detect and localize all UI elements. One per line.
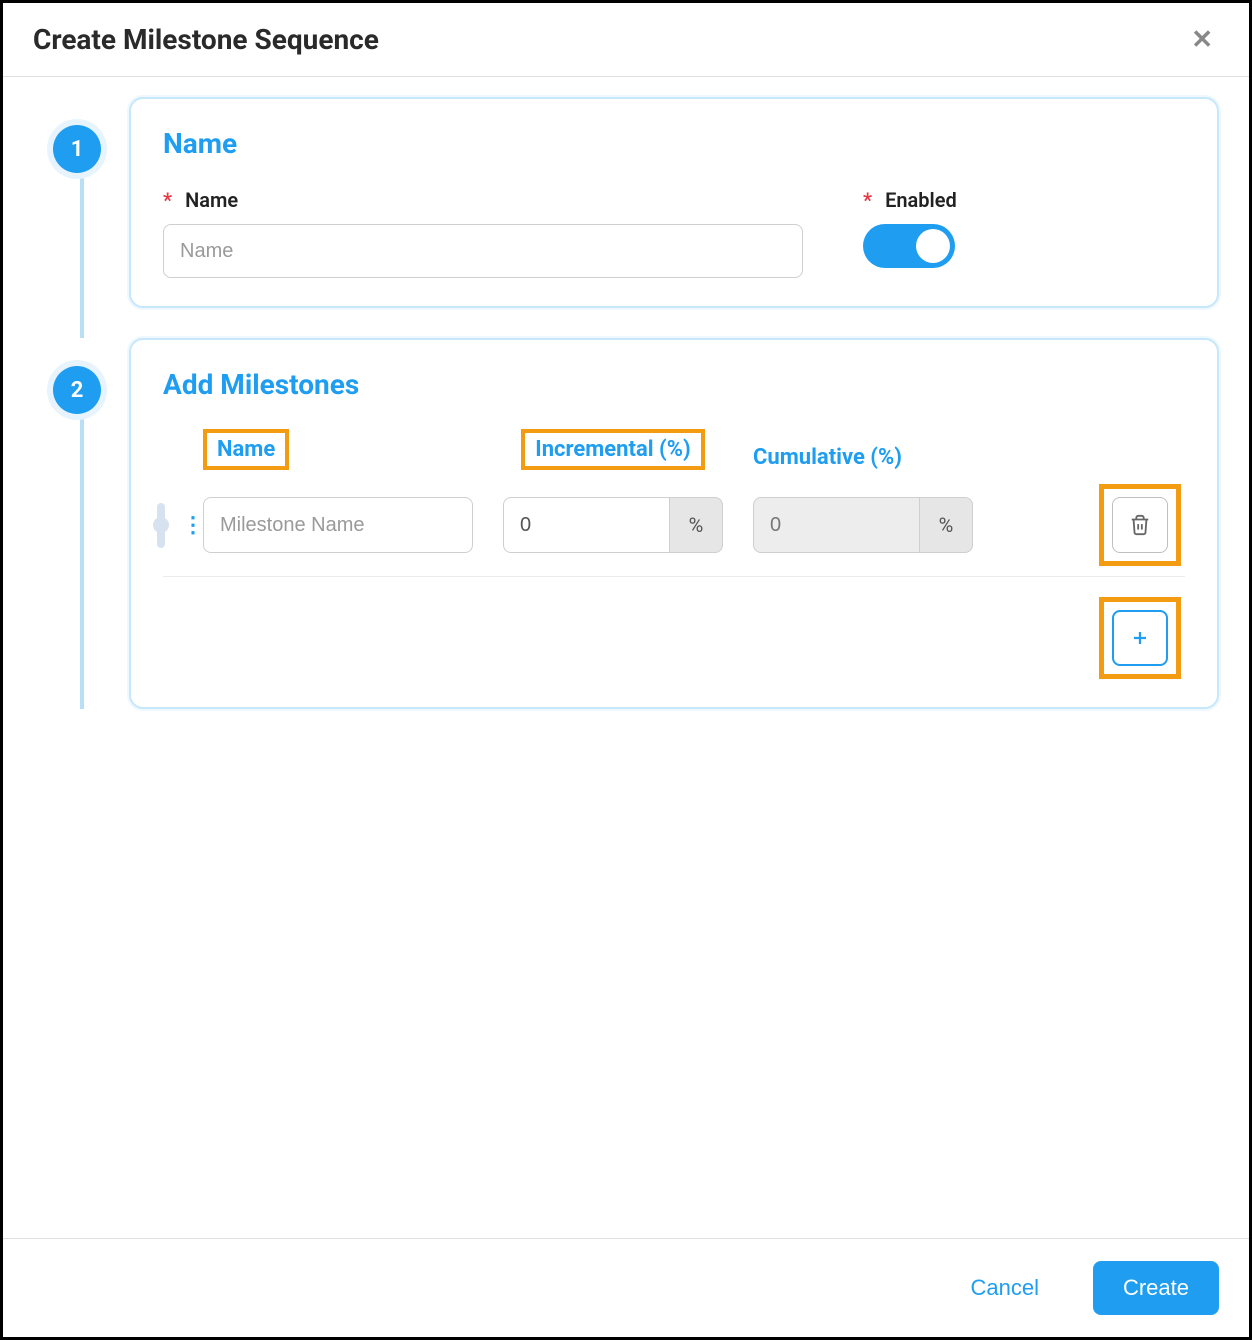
incremental-input-group: % — [503, 497, 723, 553]
create-milestone-modal: Create Milestone Sequence ✕ 1 Name * Nam… — [0, 0, 1252, 1340]
modal-body: 1 Name * Name * — [3, 77, 1249, 1238]
step-2-title: Add Milestones — [163, 368, 1185, 401]
close-icon[interactable]: ✕ — [1185, 25, 1219, 55]
name-input[interactable] — [163, 224, 803, 278]
enabled-toggle[interactable] — [863, 224, 955, 268]
incremental-input[interactable] — [503, 497, 669, 553]
drag-handle-icon[interactable]: ⋮ — [182, 513, 202, 538]
name-label: * Name — [163, 188, 803, 212]
cumulative-input-group: % — [753, 497, 973, 553]
percent-addon: % — [919, 497, 973, 553]
trash-icon — [1129, 514, 1151, 536]
enabled-label-text: Enabled — [885, 188, 957, 212]
plus-icon — [1131, 629, 1149, 647]
step-1-title: Name — [163, 127, 1185, 160]
col-name-label: Name — [217, 437, 275, 462]
add-milestone-button[interactable] — [1112, 610, 1168, 666]
highlight-box: Incremental (%) — [521, 429, 704, 470]
step-1-card: Name * Name * Enabled — [129, 97, 1219, 308]
row-timeline-dot — [153, 517, 169, 533]
step-1-badge: 1 — [53, 125, 101, 173]
cumulative-input — [753, 497, 919, 553]
highlight-box — [1099, 484, 1181, 566]
step-connector — [80, 393, 84, 709]
step-2-badge: 2 — [53, 366, 101, 414]
toggle-knob — [916, 229, 950, 263]
col-incremental-label: Incremental (%) — [535, 437, 690, 462]
cancel-button[interactable]: Cancel — [940, 1261, 1068, 1315]
step-connector — [80, 152, 84, 338]
modal-title: Create Milestone Sequence — [33, 23, 379, 56]
required-marker: * — [863, 188, 872, 212]
col-cumulative-label: Cumulative (%) — [753, 445, 902, 470]
modal-header: Create Milestone Sequence ✕ — [3, 3, 1249, 77]
enabled-label: * Enabled — [863, 188, 957, 212]
required-marker: * — [163, 188, 172, 212]
highlight-box: Name — [203, 429, 289, 470]
delete-milestone-button[interactable] — [1112, 497, 1168, 553]
name-label-text: Name — [185, 188, 238, 212]
enabled-field-group: * Enabled — [863, 188, 957, 268]
milestone-name-input[interactable] — [203, 497, 473, 553]
milestones-header-row: Name Incremental (%) Cumulative (%) — [163, 429, 1185, 470]
step-2-card: Add Milestones Name Incremental (%) — [129, 338, 1219, 709]
percent-addon: % — [669, 497, 723, 553]
milestones-table: Name Incremental (%) Cumulative (%) — [163, 429, 1185, 679]
create-button[interactable]: Create — [1093, 1261, 1219, 1315]
modal-footer: Cancel Create — [3, 1238, 1249, 1337]
name-field-group: * Name — [163, 188, 803, 278]
milestone-row: ⋮ % — [163, 478, 1185, 577]
highlight-box — [1099, 597, 1181, 679]
step-2: 2 Add Milestones Name In — [53, 338, 1219, 709]
step-1: 1 Name * Name * — [53, 97, 1219, 308]
add-row-container — [163, 597, 1185, 679]
